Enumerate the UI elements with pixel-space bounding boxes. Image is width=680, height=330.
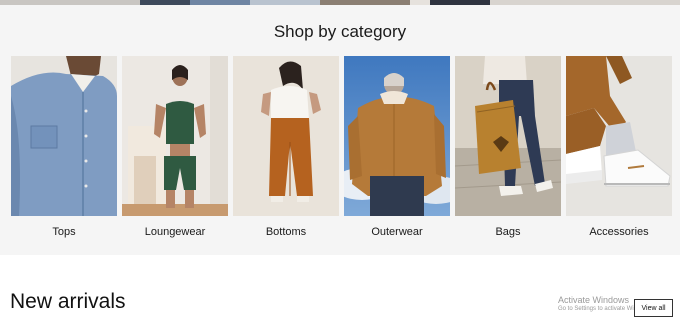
sneakers-socks-photo bbox=[566, 56, 672, 216]
category-label: Accessories bbox=[589, 226, 649, 238]
new-arrivals-heading: New arrivals bbox=[10, 290, 126, 313]
tote-bag-photo bbox=[455, 56, 561, 216]
section-title: Shop by category bbox=[273, 22, 407, 41]
category-tile-outerwear[interactable]: Outerwear bbox=[344, 56, 450, 246]
green-activewear-photo bbox=[122, 56, 228, 216]
category-label: Outerwear bbox=[371, 226, 423, 238]
category-label: Bottoms bbox=[265, 226, 307, 238]
view-all-button[interactable]: View all bbox=[634, 299, 673, 317]
chambray-shirt-photo bbox=[11, 56, 117, 216]
category-tile-loungewear[interactable]: Loungewear bbox=[122, 56, 228, 246]
category-label: Loungewear bbox=[144, 226, 206, 238]
tan-jacket-photo bbox=[344, 56, 450, 216]
category-label: Bags bbox=[495, 226, 521, 238]
category-tile-tops[interactable]: Tops bbox=[11, 56, 117, 246]
category-tile-accessories[interactable]: Accessories bbox=[566, 56, 672, 246]
shop-by-category-section: Shop by category Tops Loungewear Bottoms… bbox=[0, 5, 680, 255]
category-label: Tops bbox=[52, 226, 76, 238]
category-tile-bottoms[interactable]: Bottoms bbox=[233, 56, 339, 246]
category-tile-bags[interactable]: Bags bbox=[455, 56, 561, 246]
category-grid: Tops Loungewear Bottoms Outerwear Bags A… bbox=[11, 56, 672, 246]
rust-pants-photo bbox=[233, 56, 339, 216]
